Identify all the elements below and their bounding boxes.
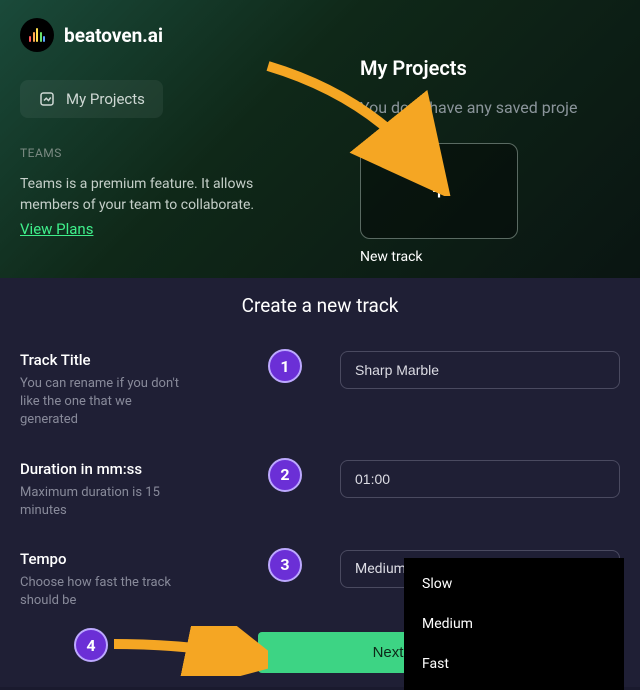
step-badge-1: 1 <box>268 349 302 383</box>
nav-label: My Projects <box>66 90 145 108</box>
step-badge-4: 4 <box>74 628 108 662</box>
new-track-card[interactable]: + <box>360 143 518 239</box>
step-badge-2: 2 <box>268 458 302 492</box>
tempo-option-medium[interactable]: Medium <box>404 604 624 644</box>
tempo-value: Medium <box>355 561 406 577</box>
annotation-arrow-2 <box>108 626 268 676</box>
duration-desc: Maximum duration is 15 minutes <box>20 484 190 520</box>
brand-name: beatoven.ai <box>64 24 163 47</box>
brand-logo <box>20 18 54 52</box>
page-title: My Projects <box>360 56 620 80</box>
empty-state-text: You don't have any saved proje <box>360 98 620 117</box>
duration-label: Duration in mm:ss <box>20 460 250 478</box>
duration-input[interactable] <box>340 460 620 498</box>
step-badge-3: 3 <box>268 548 302 582</box>
track-title-label: Track Title <box>20 351 250 369</box>
tempo-option-slow[interactable]: Slow <box>404 564 624 604</box>
brand: beatoven.ai <box>20 18 360 52</box>
tempo-label: Tempo <box>20 550 250 568</box>
track-title-input[interactable] <box>340 351 620 389</box>
plus-icon: + <box>432 177 446 205</box>
teams-description: Teams is a premium feature. It allows me… <box>20 174 300 216</box>
new-track-label: New track <box>360 249 620 265</box>
view-plans-link[interactable]: View Plans <box>20 220 93 238</box>
teams-heading: TEAMS <box>20 146 360 160</box>
track-title-desc: You can rename if you don't like the one… <box>20 375 190 430</box>
projects-icon <box>38 90 56 108</box>
tempo-option-fast[interactable]: Fast <box>404 644 624 684</box>
nav-my-projects[interactable]: My Projects <box>20 80 163 118</box>
form-title: Create a new track <box>20 294 620 317</box>
tempo-dropdown: Slow Medium Fast <box>404 558 624 690</box>
tempo-desc: Choose how fast the track should be <box>20 574 190 610</box>
